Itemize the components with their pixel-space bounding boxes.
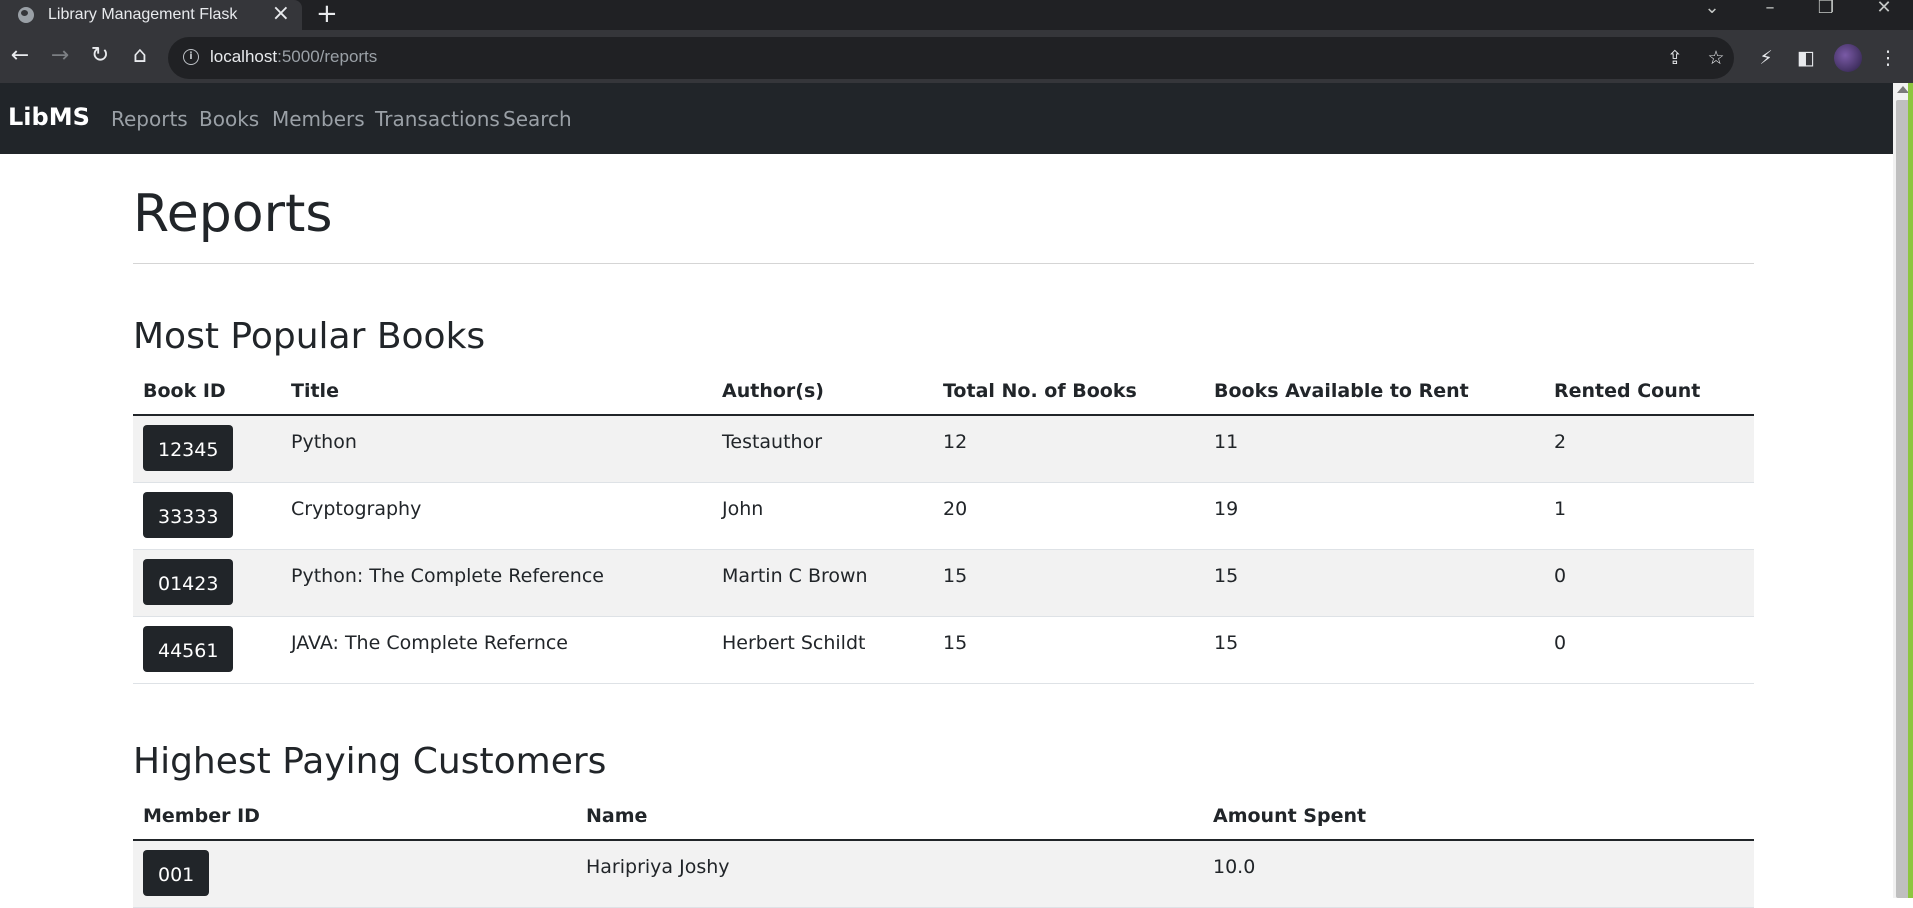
browser-tab-strip: Library Management Flask × + ⌄ – ❐ ✕ [0,0,1913,30]
window-edge-accent [1908,83,1913,898]
top-customers-heading: Highest Paying Customers [133,741,607,782]
minimize-icon[interactable]: – [1750,0,1790,30]
book-total: 15 [933,616,1204,684]
col-header-total: Total No. of Books [933,368,1204,416]
col-header-book-id: Book ID [133,368,281,416]
book-author: Herbert Schildt [712,616,933,684]
nav-link-reports[interactable]: Reports [111,107,188,131]
reload-icon[interactable]: ↻ [84,40,116,72]
book-total: 20 [933,482,1204,550]
book-total: 12 [933,415,1204,483]
book-rented: 0 [1544,549,1754,617]
home-icon[interactable]: ⌂ [124,40,156,72]
site-info-icon[interactable]: i [183,49,199,65]
col-header-title: Title [281,368,712,416]
col-header-member-id: Member ID [133,793,576,841]
table-row: 01423 Python: The Complete Reference Mar… [133,549,1754,617]
globe-icon [18,7,34,23]
share-icon[interactable]: ⇪ [1661,44,1689,72]
back-arrow-icon[interactable]: ← [4,40,36,72]
book-rented: 1 [1544,482,1754,550]
book-title: JAVA: The Complete Refernce [281,616,712,684]
book-author: John [712,482,933,550]
book-author: Martin C Brown [712,549,933,617]
address-bar[interactable] [168,37,1734,79]
app-navbar: LibMS Reports Books Members Transactions… [0,83,1893,154]
page-title: Reports [133,184,333,244]
book-rented: 2 [1544,415,1754,483]
browser-tab[interactable]: Library Management Flask × [0,0,302,30]
forward-arrow-icon[interactable]: → [44,40,76,72]
book-id-badge[interactable]: 12345 [143,425,234,471]
col-header-rented: Rented Count [1544,368,1754,416]
nav-link-transactions[interactable]: Transactions [375,107,500,131]
nav-link-books[interactable]: Books [199,107,259,131]
table-row: 001 Haripriya Joshy 10.0 [133,840,1754,908]
restore-icon[interactable]: ❐ [1806,0,1846,30]
book-available: 11 [1204,415,1544,483]
table-header-row: Member ID Name Amount Spent [133,793,1754,841]
url-text[interactable]: localhost:5000/reports [210,47,377,67]
member-id-badge[interactable]: 001 [143,850,210,896]
close-tab-icon[interactable]: × [272,2,290,26]
table-header-row: Book ID Title Author(s) Total No. of Boo… [133,368,1754,416]
tab-title: Library Management Flask [48,6,238,23]
book-title: Cryptography [281,482,712,550]
nav-link-members[interactable]: Members [272,107,365,131]
table-row: 33333 Cryptography John 20 19 1 [133,482,1754,550]
new-tab-icon[interactable]: + [316,0,338,28]
book-title: Python: The Complete Reference [281,549,712,617]
title-divider [133,263,1754,264]
col-header-name: Name [576,793,1203,841]
popular-books-table: Book ID Title Author(s) Total No. of Boo… [133,368,1754,684]
book-rented: 0 [1544,616,1754,684]
book-title: Python [281,415,712,483]
book-available: 19 [1204,482,1544,550]
member-amount: 10.0 [1203,840,1754,908]
close-window-icon[interactable]: ✕ [1864,0,1904,30]
book-id-badge[interactable]: 33333 [143,491,234,538]
extensions-icon[interactable]: ⚡ [1752,44,1780,72]
top-customers-table: Member ID Name Amount Spent 001 Haripriy… [133,793,1754,908]
col-header-authors: Author(s) [712,368,933,416]
book-id-badge[interactable]: 44561 [143,625,234,672]
table-row: 12345 Python Testauthor 12 11 2 [133,415,1754,483]
book-id-badge[interactable]: 01423 [143,558,234,605]
book-total: 15 [933,549,1204,617]
member-name: Haripriya Joshy [576,840,1203,908]
star-icon[interactable]: ☆ [1702,44,1730,72]
brand-logo[interactable]: LibMS [8,103,90,131]
book-author: Testauthor [712,415,933,483]
col-header-available: Books Available to Rent [1204,368,1544,416]
tab-search-chevron-icon[interactable]: ⌄ [1692,0,1732,30]
side-panel-icon[interactable]: ◧ [1792,44,1820,72]
book-available: 15 [1204,616,1544,684]
book-available: 15 [1204,549,1544,617]
kebab-menu-icon[interactable]: ⋮ [1874,44,1902,72]
nav-link-search[interactable]: Search [503,107,572,131]
table-row: 44561 JAVA: The Complete Refernce Herber… [133,616,1754,684]
popular-books-heading: Most Popular Books [133,316,486,357]
col-header-amount: Amount Spent [1203,793,1754,841]
profile-avatar[interactable] [1834,44,1862,72]
